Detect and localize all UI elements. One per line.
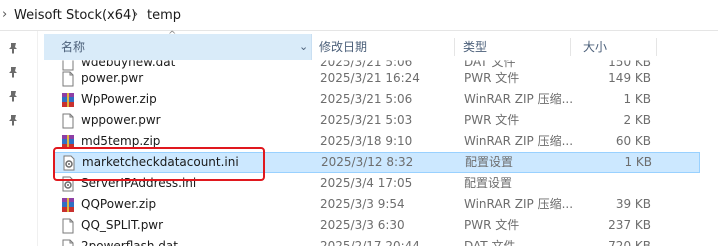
file-date: 2025/2/17 20:44 [320, 239, 420, 246]
list-item[interactable]: QQPower.zip 2025/3/3 9:54 WinRAR ZIP 压缩.… [54, 194, 700, 215]
file-type: PWR 文件 [464, 113, 520, 127]
winrar-icon [60, 92, 76, 108]
file-date: 2025/3/18 9:10 [320, 134, 413, 148]
chevron-down-icon[interactable]: ⌄ [299, 34, 308, 60]
file-size: 39 KB [615, 197, 651, 211]
list-item[interactable]: QQ_SPLIT.pwr 2025/3/3 6:30 PWR 文件 237 KB [54, 215, 700, 236]
column-header-size[interactable]: 大小 [583, 34, 663, 60]
column-header-type-label: 类型 [463, 40, 488, 54]
winrar-icon [60, 197, 76, 213]
file-size: 60 KB [615, 134, 651, 148]
pane-divider[interactable] [37, 31, 38, 246]
file-type: PWR 文件 [464, 71, 520, 85]
pin-icon[interactable] [7, 90, 19, 102]
file-size: 720 KB [608, 239, 651, 246]
column-divider[interactable] [656, 38, 657, 56]
navigation-pane [0, 31, 30, 246]
list-item[interactable]: WpPower.zip 2025/3/21 5:06 WinRAR ZIP 压缩… [54, 89, 700, 110]
breadcrumb-item-weisoft[interactable]: Weisoft Stock(x64) [14, 8, 136, 23]
file-icon [60, 113, 76, 129]
file-date: 2025/3/3 9:54 [320, 197, 405, 211]
column-header-type[interactable]: 类型 [463, 34, 573, 60]
column-header: 名称 ⌄ ^ 修改日期 类型 大小 [44, 30, 718, 60]
file-name: ServerIPAddress.ini [81, 176, 197, 190]
pin-icon[interactable] [7, 66, 19, 78]
column-divider[interactable] [454, 38, 455, 56]
file-type: 配置设置 [465, 155, 514, 169]
file-type: PWR 文件 [464, 218, 520, 232]
column-header-date[interactable]: 修改日期 [319, 34, 459, 60]
file-date: 2025/3/21 5:03 [320, 113, 413, 127]
file-date: 2025/3/4 17:05 [320, 176, 413, 190]
file-type: WinRAR ZIP 压缩... [464, 92, 574, 106]
breadcrumb-separator: › [133, 7, 139, 22]
column-header-size-label: 大小 [583, 40, 608, 54]
ini-settings-icon [60, 176, 76, 192]
ini-settings-icon [61, 155, 77, 171]
file-name: QQPower.zip [81, 197, 157, 211]
file-name: md5temp.zip [81, 134, 161, 148]
list-item[interactable]: power.pwr 2025/3/21 16:24 PWR 文件 149 KB [54, 68, 700, 89]
list-item[interactable]: 2powerflash.dat 2025/2/17 20:44 DAT 文件 7… [54, 236, 700, 246]
file-name: WpPower.zip [81, 92, 157, 106]
file-type: 配置设置 [464, 176, 513, 190]
list-item-selected[interactable]: marketcheckdatacount.ini 2025/3/12 8:32 … [54, 152, 700, 173]
file-size: 237 KB [608, 218, 651, 232]
column-header-name[interactable]: 名称 ⌄ [44, 34, 312, 60]
list-item[interactable]: wppower.pwr 2025/3/21 5:03 PWR 文件 2 KB [54, 110, 700, 131]
column-header-date-label: 修改日期 [319, 40, 368, 54]
file-name: 2powerflash.dat [81, 239, 178, 246]
file-date: 2025/3/3 6:30 [320, 218, 405, 232]
file-type: DAT 文件 [464, 239, 516, 246]
file-icon [60, 218, 76, 234]
file-icon [60, 71, 76, 87]
column-divider[interactable] [570, 38, 571, 56]
breadcrumb: › Weisoft Stock(x64) › temp [0, 0, 718, 31]
file-name: wppower.pwr [81, 113, 161, 127]
file-size: 1 KB [623, 92, 651, 106]
file-size: 2 KB [623, 113, 651, 127]
file-date: 2025/3/12 8:32 [321, 155, 414, 169]
sort-ascending-icon: ^ [168, 30, 177, 41]
list-item[interactable]: ServerIPAddress.ini 2025/3/4 17:05 配置设置 [54, 173, 700, 194]
file-icon [60, 239, 76, 246]
file-date: 2025/3/21 16:24 [320, 71, 420, 85]
winrar-icon [60, 134, 76, 150]
file-list: wdebuynew.dat 2025/3/21 5:06 DAT 文件 150 … [44, 52, 718, 246]
file-type: WinRAR ZIP 压缩... [464, 197, 574, 211]
file-name: marketcheckdatacount.ini [82, 155, 239, 169]
file-size: 1 KB [624, 155, 652, 169]
file-name: power.pwr [81, 71, 144, 85]
pin-icon[interactable] [7, 114, 19, 126]
pin-icon[interactable] [7, 42, 19, 54]
breadcrumb-item-temp[interactable]: temp [147, 8, 181, 23]
list-item[interactable]: md5temp.zip 2025/3/18 9:10 WinRAR ZIP 压缩… [54, 131, 700, 152]
file-size: 149 KB [608, 71, 651, 85]
file-type: WinRAR ZIP 压缩... [464, 134, 574, 148]
file-date: 2025/3/21 5:06 [320, 92, 413, 106]
column-header-name-label: 名称 [61, 40, 86, 54]
file-name: QQ_SPLIT.pwr [81, 218, 164, 232]
breadcrumb-separator: › [2, 7, 8, 22]
